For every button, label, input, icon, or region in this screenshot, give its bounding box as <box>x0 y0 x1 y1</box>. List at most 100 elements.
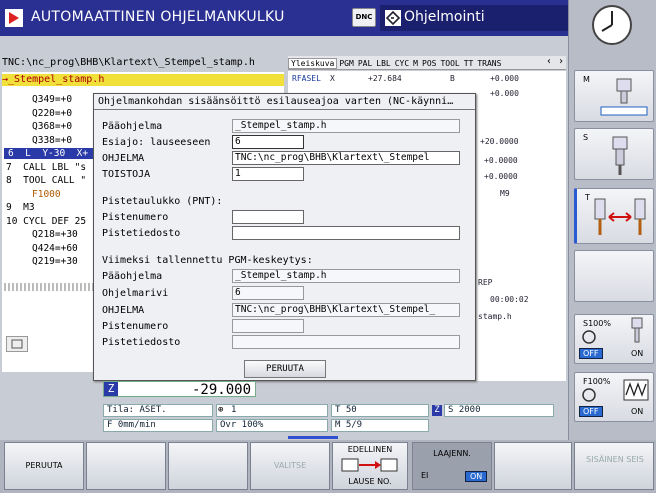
empty-right-softkey[interactable] <box>574 250 654 302</box>
extend-off-label: EI <box>421 471 429 480</box>
tab-m[interactable]: M <box>411 59 420 68</box>
tab-tt[interactable]: TT <box>462 59 476 68</box>
point-file-input[interactable] <box>232 226 460 240</box>
rfasel-axis: X <box>330 74 335 83</box>
program-line[interactable]: 9 M3 <box>6 202 35 213</box>
feed-wave-icon <box>623 379 649 401</box>
valitse-softkey[interactable]: VALITSE <box>250 442 330 490</box>
tab-scroll-arrows[interactable]: ‹ › <box>544 56 566 70</box>
program-line[interactable]: Q368=+0 <box>32 121 72 132</box>
last-main-program-label: Pääohjelma <box>102 271 163 282</box>
tab-tool[interactable]: TOOL <box>438 59 461 68</box>
dnc-button[interactable]: DNC <box>352 8 376 27</box>
previous-block-softkey[interactable]: EDELLINEN LAUSE NO. <box>332 442 408 490</box>
extend-softkey[interactable]: LAAJENN. EI ON <box>412 442 492 490</box>
feed-off-toggle[interactable]: OFF <box>579 406 603 417</box>
block-arrow-icon <box>341 458 398 472</box>
scan-to-block-label: Esiajo: lauseeseen <box>102 137 211 148</box>
program-path: TNC:\nc_prog\BHB\Klartext\_Stempel_stamp… <box>2 57 255 68</box>
tab-pos[interactable]: POS <box>420 59 438 68</box>
tab-pgm[interactable]: PGM <box>337 59 355 68</box>
tool-axis: Z <box>432 405 442 416</box>
empty-softkey-1[interactable] <box>86 442 166 490</box>
program-line[interactable]: Q220=+0 <box>32 108 72 119</box>
empty-softkey-2[interactable] <box>168 442 248 490</box>
dialog-title: Ohjelmankohdan sisäänsöittö esilauseajoa… <box>94 94 475 110</box>
program-field[interactable]: TNC:\nc_prog\BHB\Klartext\_Stempel <box>232 151 460 165</box>
split-screen-icon[interactable] <box>6 336 28 352</box>
block-no-label: LAUSE NO. <box>348 477 392 486</box>
feed-override-softkey[interactable]: F100% OFF ON <box>574 372 654 422</box>
program-line[interactable]: Q218=+30 <box>32 229 78 240</box>
last-program-field: TNC:\nc_prog\BHB\Klartext\_Stempel_ <box>232 303 460 317</box>
program-line[interactable]: Q219=+30 <box>32 256 78 267</box>
spindle-off-toggle[interactable]: OFF <box>579 348 603 359</box>
empty-softkey-3[interactable] <box>494 442 572 490</box>
status-tabs[interactable]: Yleiskuva PGM PAL LBL CYC M POS TOOL TT TRANS <box>288 56 566 70</box>
internal-stop-softkey[interactable]: SISÄINEN SEIS <box>574 442 654 490</box>
mode-title: AUTOMAATTINEN OHJELMANKULKU <box>31 9 285 25</box>
m-status: M 5/9 <box>331 419 429 432</box>
program-line[interactable]: Q349=+0 <box>32 94 72 105</box>
main-program-label: Pääohjelma <box>102 121 163 132</box>
block-scan-dialog: Ohjelmankohdan sisäänsöittö esilauseajoa… <box>93 93 476 381</box>
status-value-4: +0.0000 <box>484 156 518 165</box>
point-table-heading: Pistetaulukko (PNT): <box>102 196 223 207</box>
feed-rotate-icon <box>582 388 596 402</box>
stamp-file: stamp.h <box>478 312 512 321</box>
tab-pal[interactable]: PAL <box>356 59 374 68</box>
last-program-label: OHJELMA <box>102 305 145 316</box>
tool-status: 1 <box>216 404 328 417</box>
tab-lbl[interactable]: LBL <box>374 59 392 68</box>
status-value-2: +0.000 <box>490 89 519 98</box>
program-line-field: 6 <box>232 286 304 300</box>
program-line-label: Ohjelmarivi <box>102 288 169 299</box>
last-interrupt-heading: Viimeksi tallennettu PGM-keskeytys: <box>102 255 313 266</box>
run-time: 00:00:02 <box>490 295 529 304</box>
softkey-page-indicator <box>288 436 338 439</box>
feed-rate: F 0mm/min <box>103 419 213 432</box>
t-function-softkey[interactable]: T <box>574 188 654 244</box>
feed-on-toggle[interactable]: ON <box>631 407 643 416</box>
s-function-softkey[interactable]: S <box>574 128 654 180</box>
tab-cyc[interactable]: CYC <box>393 59 411 68</box>
program-label: OHJELMA <box>102 153 145 164</box>
peruuta-softkey[interactable]: PERUUTA <box>4 442 84 490</box>
program-line[interactable]: 6 L Y-30 X+ <box>4 148 96 159</box>
program-line[interactable]: F1000 <box>32 189 61 200</box>
extend-on-toggle[interactable]: ON <box>465 471 488 482</box>
spindle-override-softkey[interactable]: S100% OFF ON <box>574 314 654 364</box>
override: Ovr 100% <box>216 419 328 432</box>
spindle-on-toggle[interactable]: ON <box>631 349 643 358</box>
program-line[interactable]: 10 CYCL DEF 25 <box>6 216 86 227</box>
cancel-button[interactable]: PERUUTA <box>244 360 326 378</box>
repeats-input[interactable]: 1 <box>232 167 304 181</box>
program-line[interactable]: 7 CALL LBL "s <box>6 162 86 173</box>
tab-yleiskuva[interactable]: Yleiskuva <box>288 58 338 69</box>
rfasel-label: RFASEL <box>292 74 321 83</box>
last-point-file-label: Pistetiedosto <box>102 337 181 348</box>
tab-trans[interactable]: TRANS <box>475 59 503 68</box>
extend-label: LAAJENN. <box>433 449 471 458</box>
position-axis: Z <box>104 382 118 396</box>
spindle-speed: S 2000 <box>444 404 554 417</box>
progress-strip <box>4 283 94 291</box>
edit-icon <box>385 10 401 26</box>
previous-label: EDELLINEN <box>347 445 393 454</box>
last-main-program-field: _Stempel_stamp.h <box>232 269 460 283</box>
scan-to-block-input[interactable]: 6 <box>232 135 304 149</box>
programming-mode-label: Ohjelmointi <box>404 9 485 25</box>
point-number-input[interactable] <box>232 210 304 224</box>
m-function-value: M9 <box>500 189 510 198</box>
program-line[interactable]: Q424=+60 <box>32 243 78 254</box>
position-display: Z -29.000 <box>103 381 256 398</box>
spindle-icon <box>600 78 648 116</box>
program-line[interactable]: 8 TOOL CALL " <box>6 175 86 186</box>
clock-icon <box>592 5 632 45</box>
point-file-label: Pistetiedosto <box>102 228 181 239</box>
status-value-3: +20.0000 <box>480 137 519 146</box>
spindle-rotate-icon <box>582 330 596 344</box>
program-line[interactable]: Q338=+0 <box>32 135 72 146</box>
m-function-softkey[interactable]: M <box>574 70 654 122</box>
programming-mode-button[interactable]: Ohjelmointi <box>380 5 568 31</box>
